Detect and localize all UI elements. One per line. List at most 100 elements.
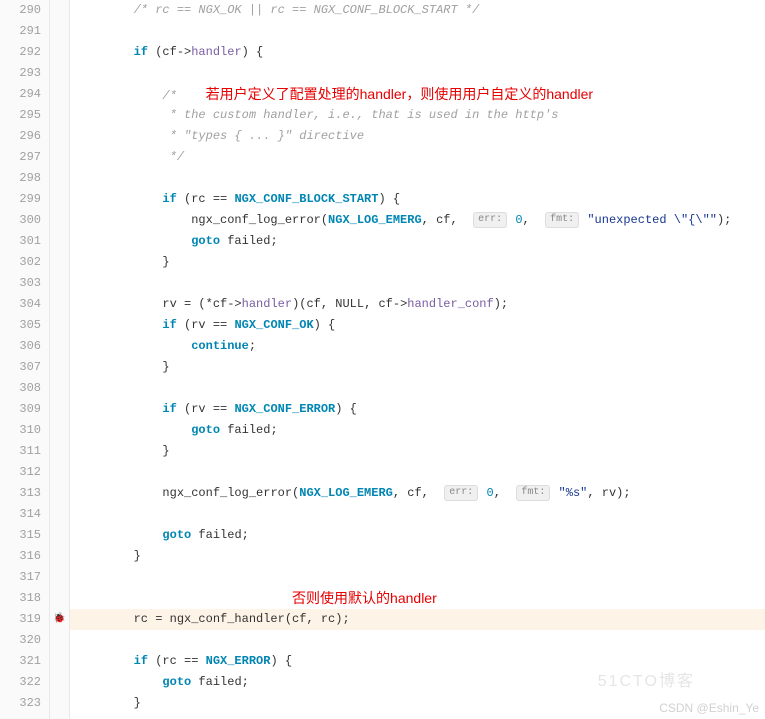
breakpoint-slot[interactable]	[50, 252, 69, 273]
breakpoint-slot[interactable]	[50, 546, 69, 567]
breakpoint-slot[interactable]	[50, 21, 69, 42]
breakpoint-slot[interactable]	[50, 168, 69, 189]
code-line[interactable]: }	[70, 252, 765, 273]
code-line[interactable]: if (rv == NGX_CONF_ERROR) {	[70, 399, 765, 420]
code-line[interactable]: continue;	[70, 336, 765, 357]
code-line[interactable]: if (cf->handler) {	[70, 42, 765, 63]
code-line[interactable]	[70, 21, 765, 42]
code-line[interactable]	[70, 462, 765, 483]
breakpoint-gutter[interactable]: 🐞	[50, 0, 70, 719]
breakpoint-slot[interactable]	[50, 147, 69, 168]
code-token: , cf,	[422, 213, 472, 227]
code-line[interactable]	[70, 567, 765, 588]
line-number: 290	[0, 0, 41, 21]
breakpoint-slot[interactable]	[50, 189, 69, 210]
breakpoint-slot[interactable]	[50, 399, 69, 420]
param-hint-fmt: fmt:	[545, 212, 579, 228]
code-token: 0	[487, 486, 494, 500]
line-number: 317	[0, 567, 41, 588]
breakpoint-slot[interactable]	[50, 273, 69, 294]
code-token: NGX_LOG_EMERG	[328, 213, 422, 227]
code-token: ) {	[314, 318, 336, 332]
breakpoint-slot[interactable]	[50, 462, 69, 483]
breakpoint-slot[interactable]	[50, 525, 69, 546]
line-number: 318	[0, 588, 41, 609]
watermark-blog: 51CTO博客	[598, 667, 695, 691]
code-token: ,	[494, 486, 516, 500]
breakpoint-slot[interactable]	[50, 210, 69, 231]
breakpoint-slot[interactable]	[50, 630, 69, 651]
code-line[interactable]: */	[70, 147, 765, 168]
line-number: 308	[0, 378, 41, 399]
code-line[interactable]: rv = (*cf->handler)(cf, NULL, cf->handle…	[70, 294, 765, 315]
breakpoint-slot[interactable]	[50, 336, 69, 357]
code-line[interactable]: if (rv == NGX_CONF_OK) {	[70, 315, 765, 336]
code-token: /*	[162, 89, 205, 103]
code-line[interactable]: /* rc == NGX_OK || rc == NGX_CONF_BLOCK_…	[70, 0, 765, 21]
code-line[interactable]: rc = ngx_conf_handler(cf, rc);	[70, 609, 765, 630]
breakpoint-slot[interactable]	[50, 84, 69, 105]
code-token: }	[162, 444, 169, 458]
breakpoint-slot[interactable]	[50, 588, 69, 609]
breakpoint-slot[interactable]	[50, 105, 69, 126]
breakpoint-slot[interactable]	[50, 441, 69, 462]
code-line[interactable]: }	[70, 357, 765, 378]
code-token: ;	[249, 339, 256, 353]
breakpoint-icon[interactable]: 🐞	[53, 614, 65, 625]
code-line[interactable]: goto failed;	[70, 420, 765, 441]
code-line[interactable]	[70, 273, 765, 294]
breakpoint-slot[interactable]	[50, 126, 69, 147]
code-token: )(cf, NULL, cf->	[292, 297, 407, 311]
breakpoint-slot[interactable]	[50, 651, 69, 672]
code-line[interactable]: if (rc == NGX_CONF_BLOCK_START) {	[70, 189, 765, 210]
code-token: failed;	[220, 234, 278, 248]
breakpoint-slot[interactable]	[50, 294, 69, 315]
code-line[interactable]: ngx_conf_log_error(NGX_LOG_EMERG, cf, er…	[70, 483, 765, 504]
breakpoint-slot[interactable]	[50, 315, 69, 336]
code-token: goto	[191, 423, 220, 437]
breakpoint-slot[interactable]	[50, 483, 69, 504]
code-line[interactable]: /* 若用户定义了配置处理的handler，则使用用户自定义的handler	[70, 84, 765, 105]
annotation-default-handler: 否则使用默认的handler	[292, 590, 437, 606]
code-token: if	[134, 654, 148, 668]
breakpoint-slot[interactable]	[50, 693, 69, 714]
code-token: , cf,	[393, 486, 443, 500]
breakpoint-slot[interactable]	[50, 231, 69, 252]
line-number: 316	[0, 546, 41, 567]
code-line[interactable]: goto failed;	[70, 525, 765, 546]
code-line[interactable]: * "types { ... }" directive	[70, 126, 765, 147]
line-number: 299	[0, 189, 41, 210]
code-token: if	[162, 192, 176, 206]
code-line[interactable]	[70, 168, 765, 189]
breakpoint-slot[interactable]: 🐞	[50, 609, 69, 630]
line-number: 313	[0, 483, 41, 504]
breakpoint-slot[interactable]	[50, 672, 69, 693]
code-token: goto	[162, 675, 191, 689]
line-number: 293	[0, 63, 41, 84]
breakpoint-slot[interactable]	[50, 378, 69, 399]
line-number: 303	[0, 273, 41, 294]
code-line[interactable]	[70, 378, 765, 399]
code-token: ) {	[378, 192, 400, 206]
code-line[interactable]	[70, 63, 765, 84]
breakpoint-slot[interactable]	[50, 420, 69, 441]
breakpoint-slot[interactable]	[50, 63, 69, 84]
code-line[interactable]	[70, 630, 765, 651]
code-line[interactable]: }	[70, 546, 765, 567]
line-number: 323	[0, 693, 41, 714]
code-token: }	[134, 696, 141, 710]
breakpoint-slot[interactable]	[50, 567, 69, 588]
code-line[interactable]: goto failed;	[70, 231, 765, 252]
breakpoint-slot[interactable]	[50, 357, 69, 378]
code-area[interactable]: /* rc == NGX_OK || rc == NGX_CONF_BLOCK_…	[70, 0, 765, 719]
code-line[interactable]: }	[70, 441, 765, 462]
code-line[interactable]: ngx_conf_log_error(NGX_LOG_EMERG, cf, er…	[70, 210, 765, 231]
line-number: 321	[0, 651, 41, 672]
breakpoint-slot[interactable]	[50, 0, 69, 21]
code-line[interactable]	[70, 504, 765, 525]
code-line[interactable]: 否则使用默认的handler	[70, 588, 765, 609]
code-line[interactable]: * the custom handler, i.e., that is used…	[70, 105, 765, 126]
annotation-custom-handler: 若用户定义了配置处理的handler，则使用用户自定义的handler	[206, 86, 593, 102]
breakpoint-slot[interactable]	[50, 504, 69, 525]
breakpoint-slot[interactable]	[50, 42, 69, 63]
